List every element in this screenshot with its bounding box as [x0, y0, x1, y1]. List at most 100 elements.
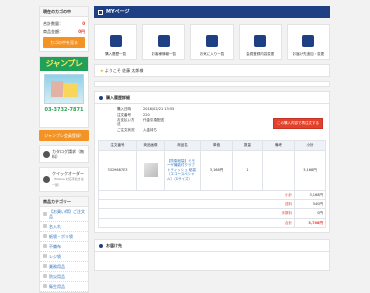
- summary-total-row: 合計 3,708円: [98, 217, 326, 229]
- document-icon: [157, 34, 170, 47]
- category-item[interactable]: 業務用品: [40, 262, 88, 272]
- summary-value: 540円: [294, 198, 326, 210]
- reorder-button[interactable]: この購入内容で再注文する: [273, 118, 323, 129]
- col-header: 小計: [294, 140, 326, 151]
- banner-title: ジャンプレ: [40, 57, 88, 71]
- category-item[interactable]: 防災用品: [40, 272, 88, 282]
- category-item[interactable]: レジ袋: [40, 252, 88, 262]
- category-icon: [43, 284, 47, 288]
- home-icon: [98, 9, 103, 15]
- info-key: ご注文状況: [117, 127, 135, 132]
- main-content: MYページ 購入履歴一覧 お客様情報一覧 お気に入り一覧 会員登録内容変更 お届…: [94, 6, 331, 271]
- order-panel-header: 購入履歴詳細: [95, 92, 329, 105]
- bullet-icon: [99, 243, 103, 248]
- order-info: 購入日時 2018/02/21 13:55 注文番号 220 お支払い方法 代金引換配…: [95, 104, 329, 136]
- product-thumbnail[interactable]: [143, 163, 158, 177]
- summary-label: 合計: [98, 217, 295, 229]
- category-label: 業務用品: [49, 263, 65, 269]
- col-header: 備考: [262, 140, 295, 151]
- page-title: MYページ: [106, 9, 130, 15]
- category-item[interactable]: 不織布: [40, 242, 88, 252]
- cart-count-row: 合計数量： 0: [43, 21, 85, 26]
- menu-delivery-address[interactable]: お届け先追加・変更: [286, 24, 331, 61]
- category-label: 【お買い得】ご注文品: [49, 208, 85, 219]
- banner-tel: 03-3732-7871: [44, 107, 84, 113]
- notice-bar: [94, 81, 330, 88]
- category-label: 紙袋・ポリ袋: [49, 233, 73, 239]
- category-icon: [43, 254, 47, 258]
- info-key: お支払い方法: [117, 118, 135, 127]
- delivery-panel-title: お届け先: [106, 243, 122, 248]
- catalog-request-link[interactable]: カタログ請求（無料）: [39, 145, 89, 163]
- summary-value: 3,168円: [294, 189, 326, 200]
- summary-row: 手数料 0円: [98, 208, 326, 219]
- unit-price: 3,168円: [200, 149, 233, 191]
- cart-total-label: 商品金額：: [43, 29, 63, 34]
- remarks: [262, 149, 295, 191]
- order-code: 3329687E3: [98, 149, 137, 191]
- order-info-row: 購入日時 2018/02/21 13:55: [117, 107, 324, 111]
- cart-total-value: 0円: [78, 29, 85, 34]
- col-header: 数量: [232, 140, 263, 151]
- category-label: レジ袋: [49, 253, 61, 259]
- menu-label: お気に入り一覧: [199, 51, 225, 56]
- quantity: 1: [232, 149, 263, 191]
- cart-icon: [109, 34, 122, 47]
- summary-row: 小計 3,168円: [98, 189, 326, 200]
- menu-edit-profile[interactable]: 会員登録内容変更: [238, 24, 282, 61]
- summary-label: 手数料: [98, 208, 295, 219]
- summary-value: 0円: [294, 208, 326, 219]
- info-key: 注文番号: [117, 112, 131, 117]
- welcome-name: 佐藤 太郎様: [122, 68, 144, 74]
- mypage-menu: 購入履歴一覧 お客様情報一覧 お気に入り一覧 会員登録内容変更 お届け先追加・変…: [94, 24, 331, 61]
- cart-total-row: 商品金額： 0円: [43, 29, 85, 34]
- welcome-bar: ★ ようこそ 佐藤 太郎様: [94, 64, 330, 78]
- row-subtotal: 3,168円: [294, 149, 326, 191]
- sidebar: 現在のカゴの中 合計数量： 0 商品金額： 0円 カゴの中を見る ジャンプレ 0…: [39, 6, 89, 293]
- quick-order-link[interactable]: クイックオーダー （Mobile 対応手続きは一部）: [39, 167, 89, 192]
- category-item[interactable]: 衛生用品: [40, 282, 88, 292]
- order-items-table: 注文番号 商品画像 商品名 単価 数量 備考 小計 3329687E3 【防衛紙…: [98, 140, 326, 229]
- product-name-link[interactable]: 【防衛紙袋】ミモーザ機能付クラフトティッシュ 紙袋（エコースペシャル）（Sサイズ…: [164, 149, 201, 191]
- banner-image: [44, 74, 84, 104]
- category-icon: [43, 234, 47, 238]
- summary-row: 送料 540円: [98, 198, 326, 210]
- welcome-prefix: ようこそ: [104, 68, 121, 74]
- menu-customer-info[interactable]: お客様情報一覧: [142, 24, 186, 61]
- quick-order-sub: （Mobile 対応手続きは一部）: [52, 177, 84, 187]
- quick-order-icon: [43, 175, 50, 183]
- info-value: 2018/02/21 13:55: [143, 107, 175, 112]
- menu-label: 会員登録内容変更: [246, 51, 275, 56]
- banner-link-button[interactable]: ジャンプレ会員登録！: [39, 130, 89, 141]
- menu-favorites[interactable]: お気に入り一覧: [190, 24, 234, 61]
- category-icon: [43, 244, 47, 248]
- menu-label: お客様情報一覧: [151, 51, 177, 56]
- category-icon: [43, 224, 47, 228]
- info-key: 購入日時: [117, 107, 131, 112]
- catalog-icon: [43, 150, 50, 158]
- col-header: 単価: [200, 140, 233, 151]
- menu-purchase-history[interactable]: 購入履歴一覧: [94, 24, 138, 61]
- order-panel-title: 購入履歴詳細: [106, 95, 130, 101]
- page-title-bar: MYページ: [94, 6, 330, 19]
- cart-box: 現在のカゴの中 合計数量： 0 商品金額： 0円 カゴの中を見る: [39, 6, 89, 52]
- bullet-icon: [99, 95, 103, 100]
- delivery-panel-header: お届け先: [95, 240, 329, 252]
- menu-label: 購入履歴一覧: [105, 51, 127, 56]
- heart-icon: [206, 34, 218, 47]
- truck-icon: [302, 34, 315, 47]
- category-icon: [43, 264, 47, 268]
- category-item[interactable]: 紙袋・ポリ袋: [40, 232, 88, 242]
- summary-label: 小計: [98, 189, 295, 200]
- jampure-banner[interactable]: ジャンプレ 03-3732-7871: [39, 56, 89, 128]
- category-item[interactable]: 【お買い得】ご注文品: [40, 207, 88, 222]
- summary-label: 送料: [98, 198, 295, 210]
- category-title: 商品カテゴリー: [40, 196, 88, 207]
- category-item[interactable]: 名入れ: [40, 222, 88, 232]
- product-image-cell: [136, 149, 165, 191]
- order-detail-panel: 購入履歴詳細 購入日時 2018/02/21 13:55 注文番号 220 お支払い…: [94, 91, 330, 233]
- view-cart-button[interactable]: カゴの中を見る: [43, 37, 85, 48]
- delivery-panel: お届け先: [94, 239, 330, 271]
- summary-value: 3,708円: [294, 217, 326, 229]
- table-row: 3329687E3 【防衛紙袋】ミモーザ機能付クラフトティッシュ 紙袋（エコース…: [98, 149, 326, 191]
